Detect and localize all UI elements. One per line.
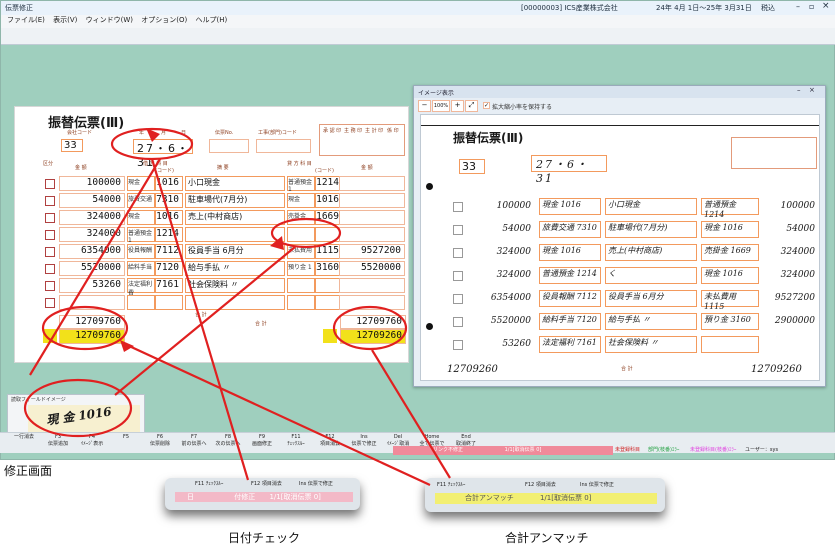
annotation-overlay	[23, 127, 451, 486]
date-arrow-line-2	[29, 158, 161, 376]
total-arrow-line-2	[371, 349, 451, 479]
debit-total-ellipse	[41, 305, 129, 351]
total-arrow-line	[126, 344, 431, 486]
arrowhead-icon	[120, 340, 134, 352]
date-arrow-line	[150, 158, 250, 481]
arrowhead-icon	[270, 236, 284, 250]
credit-arrow-line	[114, 246, 296, 396]
credit-total-ellipse	[332, 305, 408, 351]
recognition-ellipse	[23, 378, 133, 438]
